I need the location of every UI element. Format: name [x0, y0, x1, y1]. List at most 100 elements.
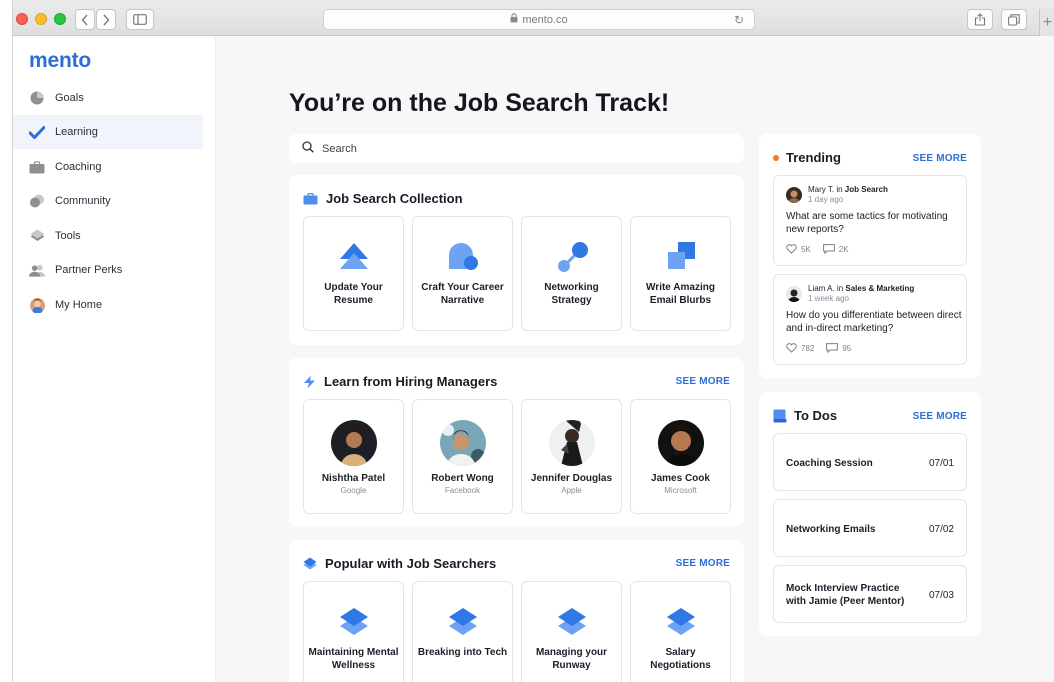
people-icon [29, 262, 45, 278]
briefcase-icon [303, 192, 318, 205]
sidebar-item-my-home[interactable]: My Home [13, 288, 203, 322]
collection-card-email-blurbs[interactable]: Write Amazing Email Blurbs [630, 216, 731, 331]
popular-card[interactable]: Breaking into Tech [412, 581, 513, 682]
sidebar-item-learning[interactable]: Learning [13, 115, 203, 149]
post-author: Liam A. in Sales & Marketing [808, 284, 915, 293]
comment-icon[interactable] [822, 244, 835, 254]
layers-icon [631, 606, 730, 640]
new-tab-button[interactable]: + [1039, 9, 1054, 36]
browser-toolbar: mento.co ↻ + [13, 0, 1054, 36]
sidebar-item-label: Community [55, 195, 111, 207]
maximize-window-button[interactable] [54, 13, 66, 25]
hiring-managers-panel: Learn from Hiring Managers SEE MORE Nish… [289, 358, 744, 526]
collection-card-networking-strategy[interactable]: Networking Strategy [521, 216, 622, 331]
todo-date: 07/01 [928, 457, 954, 469]
search-input[interactable] [322, 142, 722, 155]
back-button[interactable] [75, 9, 95, 30]
like-count: 5K [801, 244, 811, 254]
popular-card[interactable]: Maintaining Mental Wellness [303, 581, 404, 682]
checkmark-icon [29, 124, 45, 140]
post-stats: 5K 2K [786, 244, 861, 254]
mento-logo[interactable]: mento [29, 49, 91, 73]
forward-button[interactable] [96, 9, 116, 30]
todo-name: Coaching Session [786, 457, 873, 469]
sidebar-item-coaching[interactable]: Coaching [13, 150, 203, 184]
search-bar[interactable] [289, 134, 744, 163]
sidebar-item-tools[interactable]: Tools [13, 219, 203, 253]
section-title: Learn from Hiring Managers [324, 374, 498, 389]
minimize-window-button[interactable] [35, 13, 47, 25]
hiring-manager-card[interactable]: James Cook Microsoft [630, 399, 731, 514]
collection-card-update-resume[interactable]: Update Your Resume [303, 216, 404, 331]
post-text: How do you differentiate between direct … [786, 310, 962, 334]
comment-count: 95 [842, 343, 852, 353]
like-count: 782 [801, 343, 815, 353]
todo-item[interactable]: Mock Interview Practice with Jamie (Peer… [773, 565, 967, 623]
share-icon [974, 13, 986, 26]
person-name: James Cook [651, 473, 710, 484]
panel-header: To Dos [773, 408, 837, 423]
see-more-link[interactable]: SEE MORE [913, 411, 967, 422]
section-title: To Dos [794, 408, 838, 423]
share-button[interactable] [967, 9, 993, 30]
sidebar-item-label: Tools [55, 230, 81, 242]
person-name: Nishtha Patel [321, 473, 386, 484]
todo-date: 07/02 [928, 523, 954, 535]
avatar [440, 420, 486, 466]
sidebar-item-partner-perks[interactable]: Partner Perks [13, 253, 203, 287]
person-company: Microsoft [664, 486, 697, 495]
sidebar-item-label: Coaching [55, 161, 102, 173]
main-content: You’re on the Job Search Track! Job Sear… [216, 37, 1054, 682]
person-name: Jennifer Douglas [530, 473, 613, 484]
reload-icon[interactable]: ↻ [734, 13, 744, 27]
avatar [549, 420, 595, 466]
address-bar[interactable]: mento.co ↻ [323, 9, 755, 30]
close-window-button[interactable] [16, 13, 28, 25]
post-timestamp: 1 week ago [808, 294, 849, 303]
panel-header: Learn from Hiring Managers [303, 374, 497, 389]
todos-panel: To Dos SEE MORE Coaching Session 07/01 N… [759, 392, 981, 636]
hiring-manager-card[interactable]: Jennifer Douglas Apple [521, 399, 622, 514]
see-more-link[interactable]: SEE MORE [676, 558, 730, 569]
trending-post[interactable]: Mary T. in Job Search 1 day ago What are… [773, 175, 967, 266]
todo-date: 07/03 [928, 589, 954, 601]
card-title: Craft Your Career Narrative [421, 282, 504, 306]
comment-icon[interactable] [826, 343, 839, 353]
popular-card[interactable]: Salary Negotiations [630, 581, 731, 682]
sidebar-item-community[interactable]: Community [13, 184, 203, 218]
sidebar-item-goals[interactable]: Goals [13, 81, 203, 115]
person-name: Robert Wong [431, 473, 494, 484]
section-title: Trending [786, 150, 841, 165]
sidebar-item-label: My Home [55, 299, 103, 311]
popular-card[interactable]: Managing your Runway [521, 581, 622, 682]
see-more-link[interactable]: SEE MORE [913, 153, 967, 164]
trending-post[interactable]: Liam A. in Sales & Marketing 1 week ago … [773, 274, 967, 365]
plus-icon: + [1042, 13, 1053, 31]
post-author: Mary T. in Job Search [808, 185, 888, 194]
todo-item[interactable]: Networking Emails 07/02 [773, 499, 967, 557]
heart-icon[interactable] [786, 343, 797, 353]
see-more-link[interactable]: SEE MORE [676, 376, 730, 387]
panel-header: Trending [773, 150, 841, 165]
triangles-icon [304, 241, 403, 275]
card-title: Write Amazing Email Blurbs [646, 282, 715, 306]
post-stats: 782 95 [786, 343, 863, 353]
panel-header: Popular with Job Searchers [303, 556, 496, 571]
lightning-icon [303, 375, 316, 389]
hiring-manager-card[interactable]: Robert Wong Facebook [412, 399, 513, 514]
search-icon [302, 140, 314, 158]
avatar [786, 187, 802, 203]
avatar [658, 420, 704, 466]
sidebar-item-label: Goals [55, 92, 84, 104]
layers-icon [304, 606, 403, 640]
collection-card-career-narrative[interactable]: Craft Your Career Narrative [412, 216, 513, 331]
tabs-overview-button[interactable] [1001, 9, 1027, 30]
avatar [29, 297, 45, 313]
trending-panel: Trending SEE MORE Mary T. in Job Search … [759, 134, 981, 378]
sidebar-toggle-button[interactable] [126, 9, 154, 30]
hiring-manager-card[interactable]: Nishtha Patel Google [303, 399, 404, 514]
heart-icon[interactable] [786, 244, 797, 254]
todo-item[interactable]: Coaching Session 07/01 [773, 433, 967, 491]
card-title: Update Your Resume [324, 282, 383, 306]
shapes-icon [413, 241, 512, 275]
